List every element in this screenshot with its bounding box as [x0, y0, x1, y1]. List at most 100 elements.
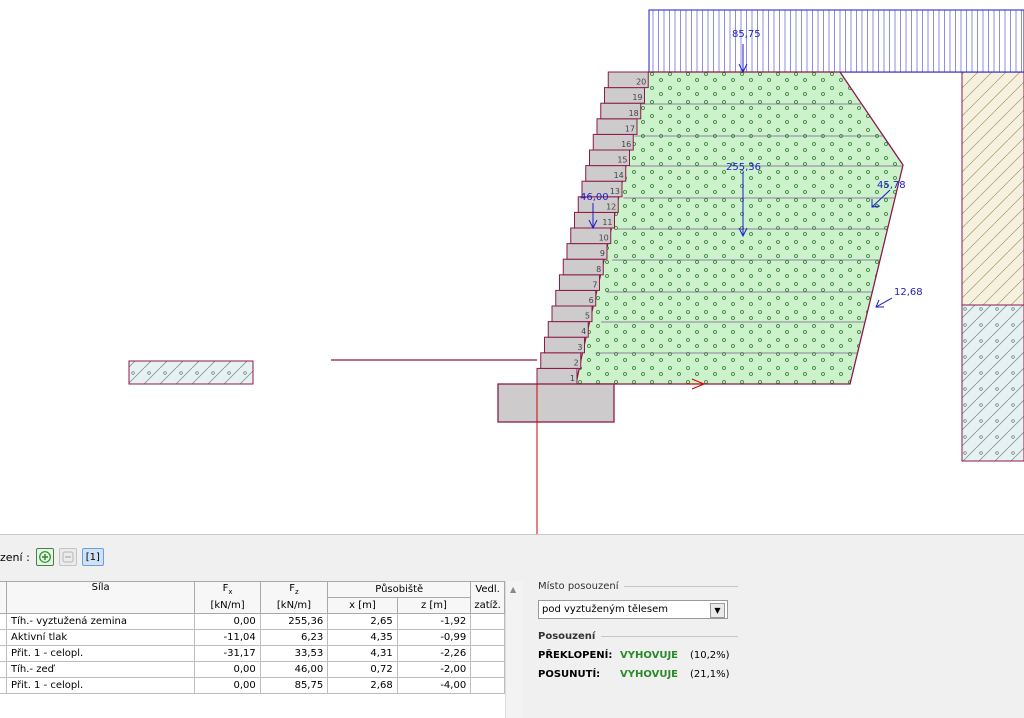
z-value: -0,99: [396, 629, 472, 646]
force-name: Přit. 1 - celopl.: [6, 677, 196, 694]
table-row[interactable]: Přit. 1 - celopl. -31,17 33,53 4,31 -2,2…: [0, 645, 505, 662]
result-status: VYHOVUJE: [620, 669, 678, 680]
location-select-value: pod vyztuženým tělesem: [542, 604, 669, 615]
block-number: 8: [596, 265, 601, 274]
x-value: 4,35: [327, 629, 398, 646]
block-number: 3: [577, 343, 582, 352]
soil-layer-2: [961, 304, 1024, 462]
block-number: 17: [625, 124, 635, 133]
block-number: 9: [600, 249, 605, 258]
block-number: 10: [599, 234, 609, 243]
x-value: 0,72: [327, 661, 398, 678]
top-load-label: 85,75: [732, 29, 761, 40]
block-number: 1: [570, 374, 575, 383]
col-force: Síla: [6, 581, 196, 614]
fz-value: 255,36: [259, 613, 329, 630]
block-number: 2: [574, 358, 579, 367]
result-key: PŘEKLOPENÍ:: [538, 650, 613, 661]
x-value: 4,31: [327, 645, 398, 662]
col-fz-unit: [kN/m]: [259, 597, 329, 614]
block-number: 4: [581, 327, 586, 336]
remove-button[interactable]: [58, 548, 77, 566]
side-value: [470, 661, 505, 678]
side-value: [470, 613, 505, 630]
side-value: [470, 629, 505, 646]
result-percent: (21,1%): [690, 669, 730, 680]
fx-value: 0,00: [194, 661, 261, 678]
force-name: Tíh.- zeď: [6, 661, 196, 678]
z-value: -2,26: [396, 645, 472, 662]
col-x: x [m]: [327, 597, 398, 614]
col-fx: Fx: [194, 581, 261, 598]
sliding-result: POSUNUTÍ: VYHOVUJE (21,1%): [538, 669, 738, 680]
col-z: z [m]: [396, 597, 472, 614]
fx-value: -31,17: [194, 645, 261, 662]
z-value: -1,92: [396, 613, 472, 630]
result-status: VYHOVUJE: [620, 650, 678, 661]
col-fx-unit: [kN/m]: [194, 597, 261, 614]
table-scrollbar[interactable]: ▲: [505, 581, 523, 718]
table-row[interactable]: Tíh.- zeď 0,00 46,00 0,72 -2,00: [0, 661, 505, 678]
wall-weight-label: 46,00: [580, 192, 609, 203]
drawing-canvas[interactable]: 1 2 3 4 5 6 7 8 9 10 11 12 13 14 15 16 17 18 19 20 85,75 25…: [0, 0, 1024, 534]
force-name: Přit. 1 - celopl.: [6, 645, 196, 662]
force-name: Aktivní tlak: [6, 629, 196, 646]
block-number: 15: [617, 156, 627, 165]
side-value: [470, 677, 505, 694]
fz-value: 6,23: [259, 629, 329, 646]
block-number: 7: [592, 280, 597, 289]
block-number: 12: [606, 202, 616, 211]
fz-value: 33,53: [259, 645, 329, 662]
overturning-result: PŘEKLOPENÍ: VYHOVUJE (10,2%): [538, 650, 738, 661]
result-percent: (10,2%): [690, 650, 730, 661]
result-key: POSUNUTÍ:: [538, 669, 601, 680]
fx-value: 0,00: [194, 677, 261, 694]
block-number: 11: [602, 218, 612, 227]
fz-value: 46,00: [259, 661, 329, 678]
col-side-2: zatíž.: [470, 597, 505, 614]
scroll-up-icon[interactable]: ▲: [510, 585, 516, 594]
z-value: -2,00: [396, 661, 472, 678]
fx-value: -11,04: [194, 629, 261, 646]
z-value: -4,00: [396, 677, 472, 694]
location-select[interactable]: pod vyztuženým tělesem ▼: [538, 600, 728, 619]
block-number: 14: [614, 171, 624, 180]
side-value: [470, 645, 505, 662]
add-icon: [38, 551, 51, 563]
assessment-group-title: Posouzení: [538, 631, 738, 642]
soil-layer-1: [961, 71, 1024, 306]
location-group-title: Místo posouzení: [538, 581, 738, 592]
fx-value: 0,00: [194, 613, 261, 630]
surcharge-frame: [648, 9, 1024, 73]
assessment-panel: Místo posouzení pod vyztuženým tělesem ▼…: [538, 581, 738, 711]
block-number: 13: [610, 187, 620, 196]
x-value: 2,65: [327, 613, 398, 630]
foundation-footing: [497, 383, 615, 423]
table-row[interactable]: Aktivní tlak -11,04 6,23 4,35 -0,99: [0, 629, 505, 646]
table-row[interactable]: Přit. 1 - celopl. 0,00 85,75 2,68 -4,00: [0, 677, 505, 694]
forces-table: Síla Fx Fz Působiště Vedl. [kN/m] [kN/m]…: [0, 581, 505, 694]
block-number: 20: [636, 78, 646, 87]
force-name: Tíh.- vyztužená zemina: [6, 613, 196, 630]
toolbar: zení : [1]: [0, 545, 109, 569]
col-fz: Fz: [259, 581, 329, 598]
surcharge-load: [648, 9, 1024, 73]
soil-weight-label: 255,36: [726, 162, 761, 173]
stage-selector-button[interactable]: [1]: [81, 548, 104, 566]
block-number: 16: [621, 140, 631, 149]
bottom-panel: zení : [1] Síla Fx Fz Působiště Vedl. [k…: [0, 534, 1024, 718]
add-button[interactable]: [35, 548, 54, 566]
table-row[interactable]: Tíh.- vyztužená zemina 0,00 255,36 2,65 …: [0, 613, 505, 630]
fz-value: 85,75: [259, 677, 329, 694]
block-number: 5: [585, 312, 590, 321]
wall-drawing: 1234567891011121314151617181920 85,75 25…: [128, 9, 1024, 534]
block-number: 6: [589, 296, 594, 305]
front-soil: [128, 360, 254, 385]
block-number: 18: [629, 109, 639, 118]
col-point: Působiště: [327, 581, 472, 598]
earth-pressure-label: 45,78: [877, 180, 906, 191]
toolbar-label: zení :: [0, 550, 30, 564]
forces-table-container: Síla Fx Fz Působiště Vedl. [kN/m] [kN/m]…: [0, 581, 523, 718]
col-side: Vedl.: [470, 581, 505, 598]
chevron-down-icon[interactable]: ▼: [710, 603, 725, 618]
